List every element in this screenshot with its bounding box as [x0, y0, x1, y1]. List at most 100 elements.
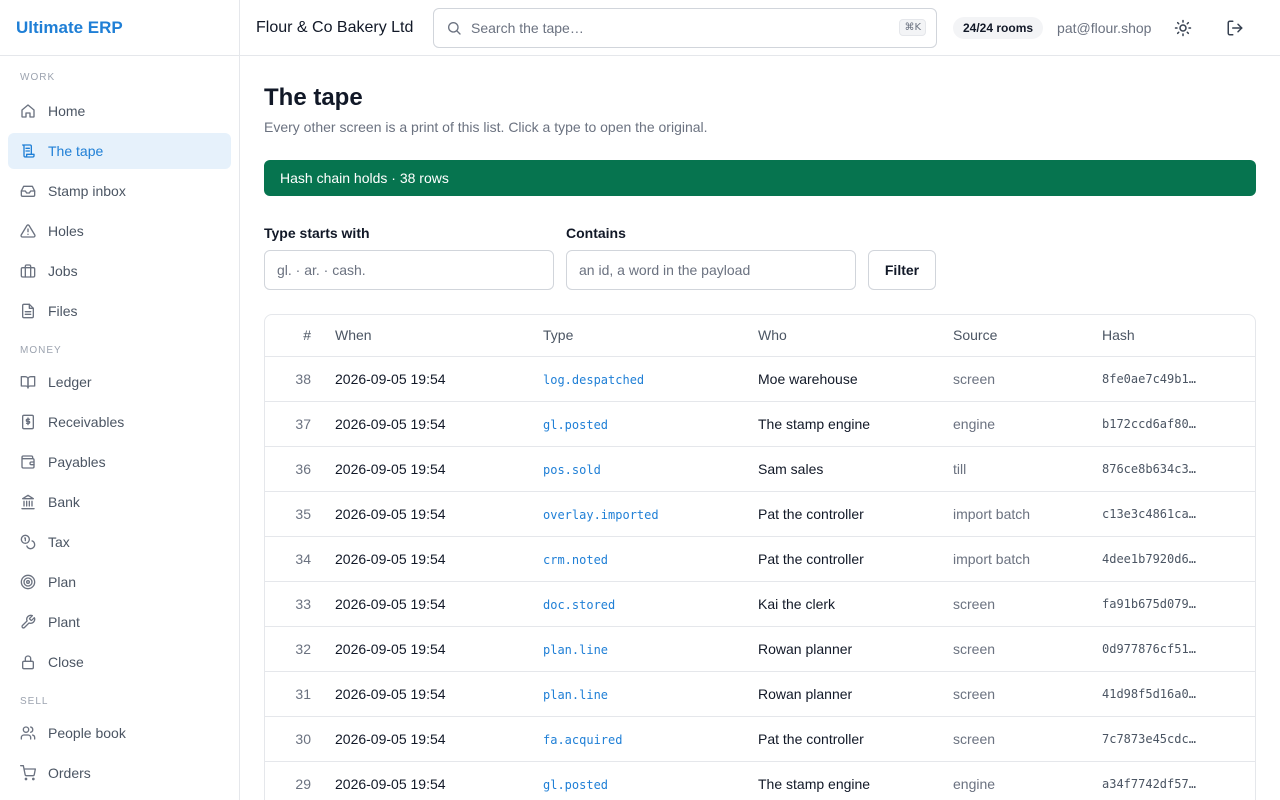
logout-icon [1227, 20, 1243, 35]
section-label-money: MONEY [20, 345, 62, 356]
row-source: engine [953, 761, 1102, 800]
sidebar-item-label: Files [48, 303, 78, 319]
row-type-cell: pos.sold [543, 446, 758, 492]
table-body: 38 2026-09-05 19:54 log.despatched Moe ware… [265, 356, 1255, 800]
sidebar-item-bank[interactable]: Bank [8, 484, 231, 520]
search-box[interactable]: ⌘K [433, 7, 937, 48]
row-type-link[interactable]: gl.posted [543, 778, 608, 792]
row-hash: 8fe0ae7c49b1… [1102, 356, 1255, 402]
row-type-link[interactable]: log.despatched [543, 373, 644, 387]
row-hash: 41d98f5d16a0… [1102, 671, 1255, 717]
row-source: till [953, 446, 1102, 492]
table-row[interactable]: 36 2026-09-05 19:54 pos.sold Sam sales till 8… [265, 446, 1255, 492]
contains-filter-field: Contains [566, 225, 856, 290]
row-type-link[interactable]: fa.acquired [543, 733, 622, 747]
home-icon [20, 103, 36, 119]
column-header-number[interactable]: # [265, 315, 335, 357]
row-type-link[interactable]: gl.posted [543, 418, 608, 432]
sidebar-item-holes[interactable]: Holes [8, 213, 231, 249]
table-row[interactable]: 30 2026-09-05 19:54 fa.acquired Pat the con… [265, 716, 1255, 762]
row-type-link[interactable]: overlay.imported [543, 508, 659, 522]
row-type-link[interactable]: plan.line [543, 643, 608, 657]
type-filter-field: Type starts with [264, 225, 554, 290]
row-source: screen [953, 356, 1102, 402]
row-hash: 0d977876cf51… [1102, 626, 1255, 672]
book-icon [20, 374, 36, 390]
row-when: 2026-09-05 19:54 [335, 671, 543, 717]
shortcut-hint: ⌘K [899, 19, 926, 36]
row-type-cell: doc.stored [543, 581, 758, 627]
sidebar-nav: WORK Home The tape Stamp inbox Holes Jobs File… [0, 56, 239, 791]
row-type-link[interactable]: doc.stored [543, 598, 615, 612]
app-logo[interactable]: Ultimate ERP [0, 0, 239, 56]
row-number: 33 [265, 581, 335, 627]
contains-filter-input[interactable] [566, 250, 856, 290]
table-row[interactable]: 37 2026-09-05 19:54 gl.posted The stamp eng… [265, 401, 1255, 447]
column-header-who[interactable]: Who [758, 315, 953, 357]
section-label-work: WORK [20, 72, 56, 83]
sidebar-item-payables[interactable]: Payables [8, 444, 231, 480]
table-row[interactable]: 29 2026-09-05 19:54 gl.posted The stamp eng… [265, 761, 1255, 800]
row-number: 29 [265, 761, 335, 800]
rooms-badge: 24/24 rooms [953, 16, 1044, 39]
row-number: 30 [265, 716, 335, 762]
user-email[interactable]: pat@flour.shop [1057, 20, 1151, 36]
column-header-type[interactable]: Type [543, 315, 758, 357]
sidebar-item-jobs[interactable]: Jobs [8, 253, 231, 289]
table-row[interactable]: 35 2026-09-05 19:54 overlay.imported Pat th… [265, 491, 1255, 537]
row-type-cell: plan.line [543, 626, 758, 672]
row-when: 2026-09-05 19:54 [335, 491, 543, 537]
sidebar-item-ledger[interactable]: Ledger [8, 364, 231, 400]
warning-icon [20, 223, 36, 239]
row-type-cell: overlay.imported [543, 491, 758, 537]
page-subtitle: Every other screen is a print of this li… [264, 119, 708, 135]
sidebar-item-tax[interactable]: Tax [8, 524, 231, 560]
row-type-cell: fa.acquired [543, 716, 758, 762]
row-who: Pat the controller [758, 536, 953, 582]
theme-toggle-button[interactable] [1165, 10, 1201, 46]
sidebar-item-close[interactable]: Close [8, 644, 231, 680]
column-header-when[interactable]: When [335, 315, 543, 357]
sidebar-item-home[interactable]: Home [8, 93, 231, 129]
logout-button[interactable] [1217, 10, 1253, 46]
row-type-link[interactable]: pos.sold [543, 463, 601, 477]
row-source: screen [953, 581, 1102, 627]
search-input[interactable] [471, 19, 900, 36]
type-filter-input[interactable] [264, 250, 554, 290]
row-type-cell: log.despatched [543, 356, 758, 402]
column-header-source[interactable]: Source [953, 315, 1102, 357]
sidebar-item-label: The tape [48, 143, 104, 159]
row-type-link[interactable]: plan.line [543, 688, 608, 702]
sidebar-item-files[interactable]: Files [8, 293, 231, 329]
table-row[interactable]: 31 2026-09-05 19:54 plan.line Rowan planner… [265, 671, 1255, 717]
row-source: screen [953, 671, 1102, 717]
table-row[interactable]: 32 2026-09-05 19:54 plan.line Rowan planner… [265, 626, 1255, 672]
row-who: Rowan planner [758, 671, 953, 717]
sidebar-item-label: Bank [48, 494, 80, 510]
table-row[interactable]: 33 2026-09-05 19:54 doc.stored Kai the cler… [265, 581, 1255, 627]
row-type-cell: gl.posted [543, 401, 758, 447]
row-who: The stamp engine [758, 401, 953, 447]
tape-table: # When Type Who Source Hash 38 2026-09-05… [264, 314, 1256, 800]
filter-button[interactable]: Filter [868, 250, 936, 290]
sidebar-item-receivables[interactable]: Receivables [8, 404, 231, 440]
sidebar-item-plant[interactable]: Plant [8, 604, 231, 640]
sidebar-item-the-tape[interactable]: The tape [8, 133, 231, 169]
sidebar-item-orders[interactable]: Orders [8, 755, 231, 791]
sidebar-item-stamp-inbox[interactable]: Stamp inbox [8, 173, 231, 209]
row-number: 32 [265, 626, 335, 672]
sidebar-item-plan[interactable]: Plan [8, 564, 231, 600]
org-name[interactable]: Flour & Co Bakery Ltd [256, 19, 433, 37]
row-who: Pat the controller [758, 716, 953, 762]
row-hash: 4dee1b7920d6… [1102, 536, 1255, 582]
table-row[interactable]: 34 2026-09-05 19:54 crm.noted Pat the contr… [265, 536, 1255, 582]
table-row[interactable]: 38 2026-09-05 19:54 log.despatched Moe ware… [265, 356, 1255, 402]
search-icon [446, 20, 462, 36]
sidebar-item-people-book[interactable]: People book [8, 715, 231, 751]
sidebar-item-label: People book [48, 725, 126, 741]
topbar: Flour & Co Bakery Ltd ⌘K 24/24 rooms pat… [240, 0, 1280, 56]
column-header-hash[interactable]: Hash [1102, 315, 1255, 357]
sidebar-item-label: Jobs [48, 263, 78, 279]
row-type-link[interactable]: crm.noted [543, 553, 608, 567]
row-hash: 7c7873e45cdc… [1102, 716, 1255, 762]
